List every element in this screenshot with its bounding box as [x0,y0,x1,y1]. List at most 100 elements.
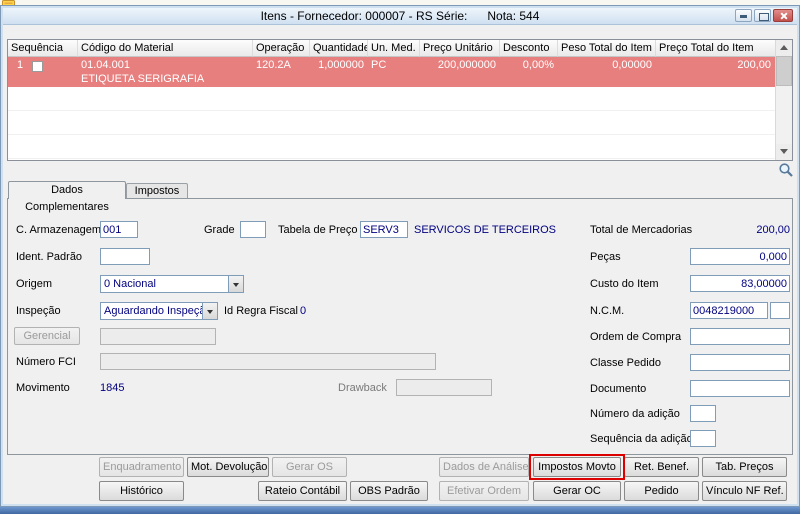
items-grid: Sequência Código do Material Operação Qu… [7,39,793,161]
col-header-operacao[interactable]: Operação [253,40,310,57]
documento-input[interactable] [690,380,790,397]
sequencia-adicao-label: Sequência da adição [590,433,693,445]
col-header-quantidade[interactable]: Quantidade [310,40,368,57]
close-button[interactable] [773,9,793,22]
window-title: Itens - Fornecedor: 000007 - RS Série: N… [260,9,540,23]
scroll-down-button[interactable] [776,144,792,160]
cell-descricao: ETIQUETA SERIGRAFIA [81,73,205,85]
pecas-input[interactable] [690,248,790,265]
gerencial-input [100,328,216,345]
numero-adicao-input[interactable] [690,405,716,422]
id-regra-fiscal-value: 0 [300,305,307,317]
ordem-compra-input[interactable] [690,328,790,345]
tab-impostos[interactable]: Impostos [126,183,188,199]
cell-peso-total: 0,00000 [612,59,652,71]
col-header-codigo-material[interactable]: Código do Material [78,40,253,57]
empty-row [8,135,775,159]
row-checkbox[interactable] [32,61,43,72]
pedido-button[interactable]: Pedido [624,481,699,501]
id-regra-fiscal-label: Id Regra Fiscal [224,305,298,317]
inspecao-label: Inspeção [16,305,61,317]
vertical-scrollbar[interactable] [775,40,792,160]
enquadramento-button: Enquadramento [99,457,184,477]
cell-operacao: 120.2A [256,59,291,71]
documento-label: Documento [590,383,647,395]
empty-row [8,87,775,111]
movimento-value: 1845 [100,382,125,394]
custo-item-label: Custo do Item [590,278,659,290]
numero-fci-label: Número FCI [16,356,76,368]
minimize-icon [736,10,751,21]
c-armazenagem-input[interactable] [100,221,138,238]
historico-button[interactable]: Histórico [99,481,184,501]
inspecao-value: Aguardando Inspeção [104,305,212,317]
origem-dropdown-button [228,276,243,292]
pecas-label: Peças [590,251,621,263]
table-row[interactable]: 1 01.04.001 ETIQUETA SERIGRAFIA 120.2A 1… [8,57,775,87]
window-controls [735,9,794,23]
col-header-sequencia[interactable]: Sequência [8,40,78,57]
classe-pedido-label: Classe Pedido [590,357,661,369]
ident-padrao-input[interactable] [100,248,150,265]
efetivar-ordem-button: Efetivar Ordem [439,481,529,501]
taskbar-strip [0,507,800,514]
cell-sequencia: 1 [17,59,24,71]
maximize-button[interactable] [754,9,771,22]
tabela-preco-description: SERVICOS DE TERCEIROS [414,224,557,236]
origem-select[interactable]: 0 Nacional [100,275,244,293]
cell-un-med: PC [371,59,387,71]
col-header-un-med[interactable]: Un. Med. [368,40,420,57]
cell-desconto: 0,00% [522,59,554,71]
numero-adicao-label: Número da adição [590,408,680,420]
tabela-preco-input[interactable] [360,221,408,238]
magnifier-icon[interactable] [778,162,794,178]
col-header-peso-total[interactable]: Peso Total do Item [558,40,656,57]
cell-codigo-material: 01.04.001 [81,59,130,71]
maximize-icon [755,10,770,21]
annotation-highlight [529,454,625,480]
sequencia-adicao-input[interactable] [690,430,716,447]
classe-pedido-input[interactable] [690,354,790,371]
dados-de-analise-button: Dados de Análise [439,457,529,477]
origem-value: 0 Nacional [104,278,156,290]
scrollbar-thumb[interactable] [776,56,792,86]
numero-fci-input [100,353,436,370]
inspecao-dropdown-button [202,303,217,319]
custo-item-input[interactable] [690,275,790,292]
total-mercadorias-value: 200,00 [756,224,790,236]
col-header-preco-total[interactable]: Preço Total do Item [656,40,775,57]
origem-label: Origem [16,278,53,290]
total-mercadorias-label: Total de Mercadorias [590,224,693,236]
drawback-label: Drawback [338,382,387,394]
dados-complementares-panel: C. Armazenagem Grade Tabela de Preço SER… [7,198,793,455]
vinculo-nf-ref-button[interactable]: Vínculo NF Ref. [702,481,787,501]
ncm-input[interactable] [690,302,768,319]
ncm-extra-input[interactable] [770,302,790,319]
rateio-contabil-button[interactable]: Rateio Contábil [258,481,347,501]
tab-precos-button[interactable]: Tab. Preços [702,457,787,477]
cell-preco-total: 200,00 [737,59,771,71]
cell-quantidade: 1,000000 [318,59,364,71]
minimize-button[interactable] [735,9,752,22]
inspecao-select[interactable]: Aguardando Inspeção [100,302,218,320]
c-armazenagem-label: C. Armazenagem [16,224,101,236]
col-header-preco-unitario[interactable]: Preço Unitário [420,40,500,57]
scroll-up-button[interactable] [776,40,792,56]
obs-padrao-button[interactable]: OBS Padrão [350,481,428,501]
movimento-label: Movimento [16,382,70,394]
ordem-compra-label: Ordem de Compra [590,331,682,343]
tab-dados-complementares[interactable]: Dados Complementares [8,181,126,213]
empty-row [8,111,775,135]
screen: Itens - Fornecedor: 000007 - RS Série: N… [0,0,800,514]
cell-preco-unitario: 200,000000 [437,59,496,71]
mot-devolucao-button[interactable]: Mot. Devolução [187,457,269,477]
col-header-desconto[interactable]: Desconto [500,40,558,57]
titlebar[interactable]: Itens - Fornecedor: 000007 - RS Série: N… [3,8,797,25]
gerar-oc-button[interactable]: Gerar OC [533,481,621,501]
ident-padrao-label: Ident. Padrão [16,251,83,263]
grade-input[interactable] [240,221,266,238]
ret-benef-button[interactable]: Ret. Benef. [624,457,699,477]
gerencial-button: Gerencial [14,327,80,345]
close-icon [774,10,792,21]
drawback-input [396,379,492,396]
